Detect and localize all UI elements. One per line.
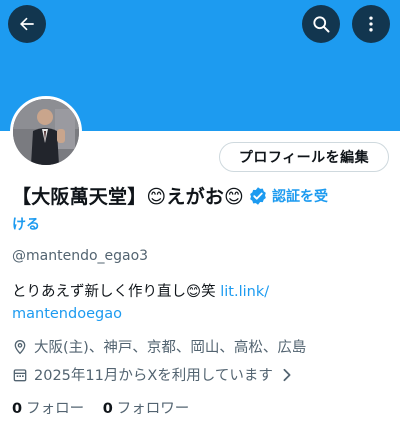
bio-link-continued[interactable]: mantendoegao xyxy=(12,306,122,322)
bio-text: とりあえず新しく作り直し😊笑 xyxy=(12,284,221,300)
verified-badge-icon[interactable] xyxy=(248,186,268,206)
following-count: 0 xyxy=(12,401,23,417)
search-icon xyxy=(313,16,330,33)
chevron-right-icon xyxy=(283,368,291,381)
back-button[interactable] xyxy=(8,5,46,43)
avatar[interactable] xyxy=(10,96,82,168)
more-vertical-icon xyxy=(369,16,373,32)
followers-label: フォロワー xyxy=(116,401,190,417)
location-pin-icon xyxy=(14,339,26,354)
bio: とりあえず新しく作り直し😊笑 lit.link/ mantendoegao xyxy=(12,281,382,325)
location-row: 大阪(主)、神戸、京都、岡山、高松、広島 xyxy=(12,336,306,357)
arrow-left-icon xyxy=(20,17,34,31)
search-button[interactable] xyxy=(302,5,340,43)
follow-stats: 0 フォロー 0 フォロワー xyxy=(12,397,203,418)
followers-count: 0 xyxy=(102,401,113,417)
joined-row[interactable]: 2025年11月からXを利用しています xyxy=(12,364,299,385)
avatar-photo xyxy=(13,99,79,165)
calendar-icon xyxy=(13,368,27,381)
location-text: 大阪(主)、神戸、京都、岡山、高松、広島 xyxy=(34,340,307,356)
profile-name-block: 【大阪萬天堂】😊えがお😊 認証を受 xyxy=(12,183,392,211)
get-verified-link[interactable]: 認証を受 xyxy=(272,189,328,205)
user-handle: @mantendo_egao3 xyxy=(12,248,149,264)
following-link[interactable]: 0 フォロー xyxy=(12,401,84,417)
get-verified-link-continued[interactable]: ける xyxy=(12,214,40,234)
display-name: 【大阪萬天堂】😊えがお😊 xyxy=(12,186,245,208)
followers-link[interactable]: 0 フォロワー xyxy=(103,401,190,417)
bio-link[interactable]: lit.link/ xyxy=(220,284,269,300)
more-button[interactable] xyxy=(352,5,390,43)
following-label: フォロー xyxy=(26,401,85,417)
joined-text: 2025年11月からXを利用しています xyxy=(34,368,273,384)
edit-profile-button[interactable]: プロフィールを編集 xyxy=(219,142,389,172)
